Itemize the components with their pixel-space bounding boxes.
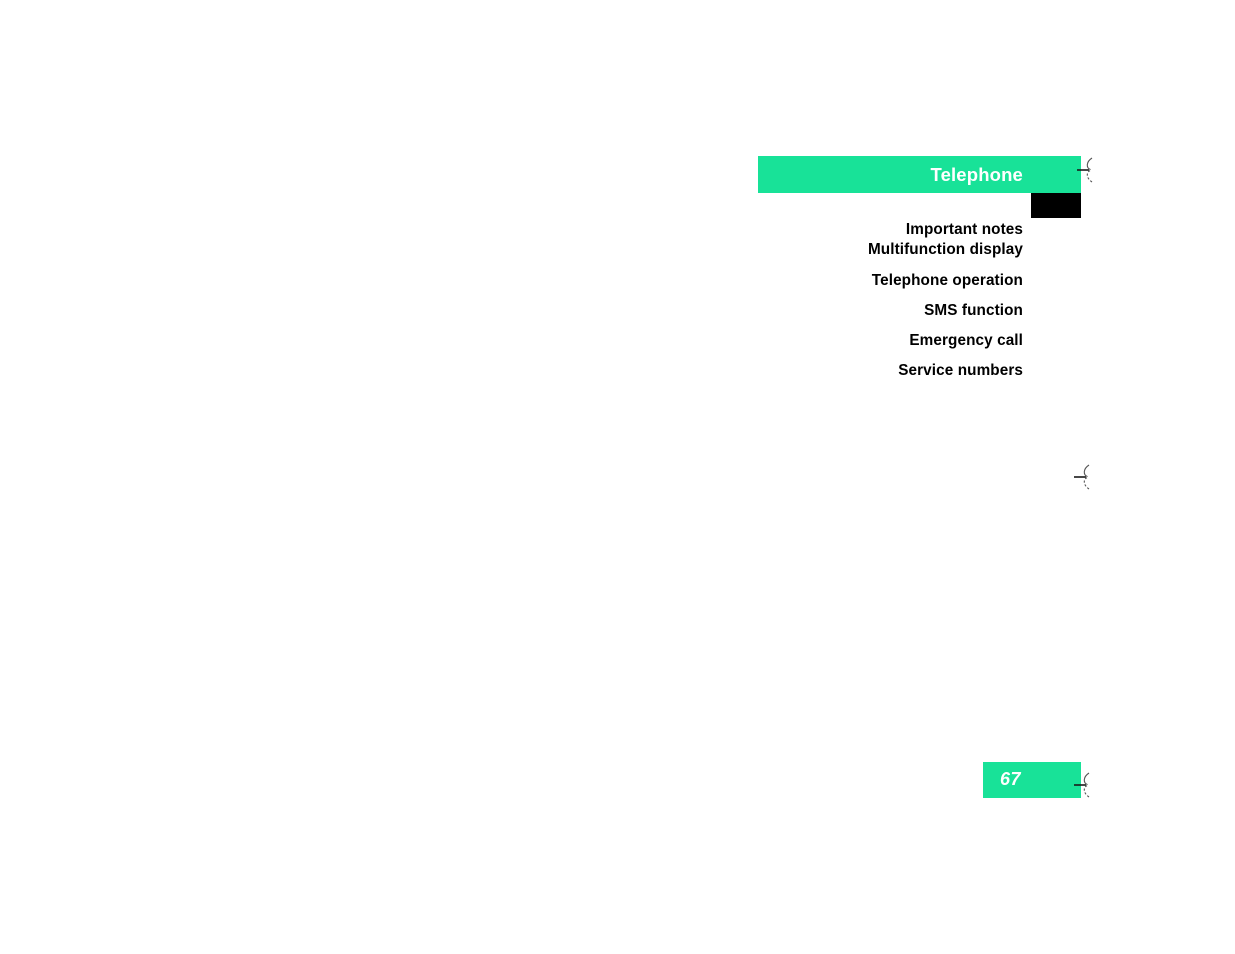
scissors-cut-mark-icon	[1073, 462, 1103, 492]
scissors-cut-mark-icon	[1073, 770, 1103, 800]
chapter-header-bar: Telephone	[758, 156, 1081, 193]
pdf-page-canvas: Telephone Important notes Multifunction …	[0, 0, 1235, 954]
list-item[interactable]: Multifunction display	[758, 242, 1023, 258]
page-number-badge: 67	[983, 762, 1081, 798]
page-number: 67	[1000, 769, 1022, 789]
list-item[interactable]: Important notes	[758, 222, 1023, 238]
scissors-cut-mark-icon	[1076, 155, 1106, 185]
list-item[interactable]: Telephone operation	[758, 272, 1023, 288]
register-tab-marker	[1031, 193, 1081, 218]
chapter-contents-list: Important notes Multifunction display Te…	[758, 222, 1023, 379]
list-item[interactable]: Emergency call	[758, 333, 1023, 349]
list-item[interactable]: Service numbers	[758, 363, 1023, 379]
list-item[interactable]: SMS function	[758, 303, 1023, 319]
chapter-title: Telephone	[930, 164, 1023, 185]
